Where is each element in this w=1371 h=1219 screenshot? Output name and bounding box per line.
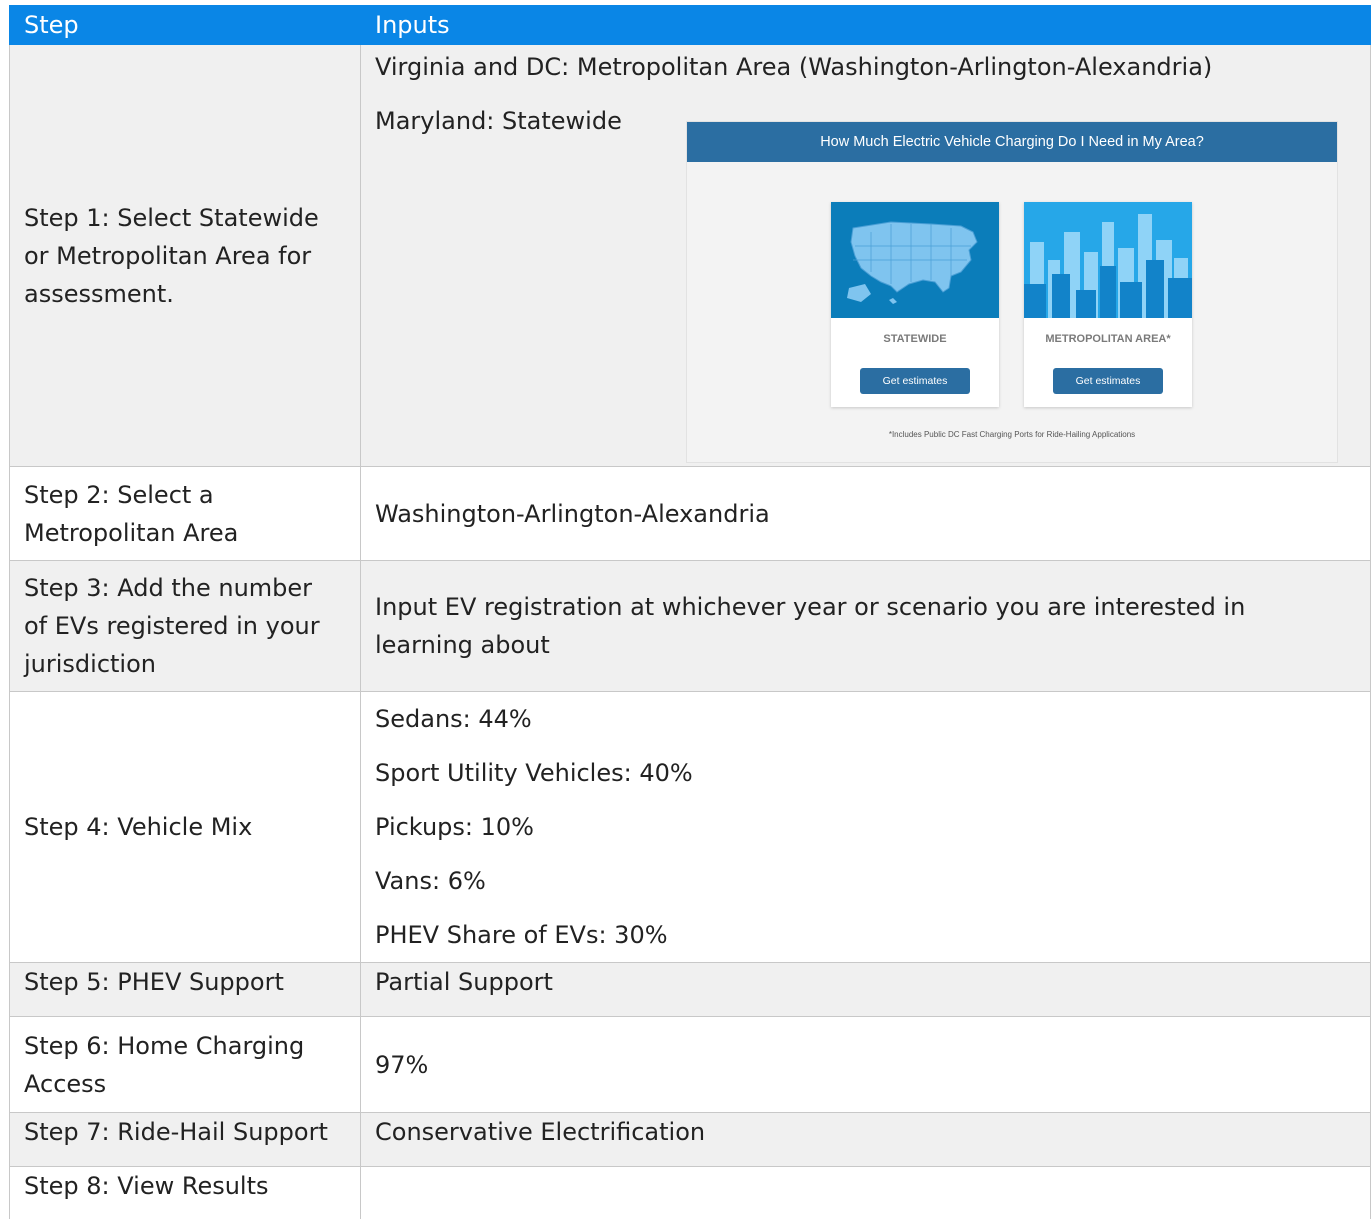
statewide-card[interactable]: STATEWIDE Get estimates: [831, 202, 999, 407]
step-cell: Step 3: Add the number of EVs registered…: [10, 561, 361, 692]
header-inputs: Inputs: [361, 6, 1371, 45]
step-text: Step 1: Select Statewide: [24, 199, 346, 237]
statewide-get-estimates-button[interactable]: Get estimates: [860, 368, 970, 394]
table-row: Step 3: Add the number of EVs registered…: [10, 561, 1371, 692]
header-step: Step: [10, 6, 361, 45]
inputs-cell: Washington-Arlington-Alexandria: [361, 467, 1371, 561]
step-text: Step 3: Add the number: [24, 569, 346, 607]
step-text: of EVs registered in your: [24, 607, 346, 645]
table-row: Step 5: PHEV Support Partial Support: [10, 963, 1371, 1017]
table-row: Step 4: Vehicle Mix Sedans: 44% Sport Ut…: [10, 692, 1371, 963]
inputs-cell: Partial Support: [361, 963, 1371, 1017]
table-row: Step 2: Select a Metropolitan Area Washi…: [10, 467, 1371, 561]
step-text: Step 6: Home Charging: [24, 1027, 346, 1065]
metro-get-estimates-button[interactable]: Get estimates: [1053, 368, 1163, 394]
table-header-row: Step Inputs: [10, 6, 1371, 45]
city-skyline-icon: [1024, 202, 1192, 318]
step-cell: Step 4: Vehicle Mix: [10, 692, 361, 963]
inputs-cell: Virginia and DC: Metropolitan Area (Wash…: [361, 45, 1371, 467]
step-text: jurisdiction: [24, 645, 346, 683]
metro-card[interactable]: METROPOLITAN AREA* Get estimates: [1024, 202, 1192, 407]
step-cell: Step 7: Ride-Hail Support: [10, 1113, 361, 1167]
input-text: PHEV Share of EVs: 30%: [375, 908, 1356, 962]
steps-table: Step Inputs Step 1: Select Statewide or …: [9, 5, 1371, 1219]
input-text: Virginia and DC: Metropolitan Area (Wash…: [375, 48, 1356, 86]
step-text: Metropolitan Area: [24, 514, 346, 552]
step-cell: Step 6: Home Charging Access: [10, 1017, 361, 1113]
step-cell: Step 2: Select a Metropolitan Area: [10, 467, 361, 561]
embedded-screenshot: How Much Electric Vehicle Charging Do I …: [686, 121, 1338, 463]
inputs-cell: Input EV registration at whichever year …: [361, 561, 1371, 692]
embedded-banner: How Much Electric Vehicle Charging Do I …: [687, 122, 1337, 162]
step-text: Step 2: Select a: [24, 476, 346, 514]
input-text: learning about: [375, 626, 1356, 664]
table-row: Step 8: View Results: [10, 1167, 1371, 1219]
inputs-cell: [361, 1167, 1371, 1219]
inputs-cell: Sedans: 44% Sport Utility Vehicles: 40% …: [361, 692, 1371, 963]
step-text: or Metropolitan Area for: [24, 237, 346, 275]
metro-label: METROPOLITAN AREA*: [1024, 332, 1192, 346]
statewide-label: STATEWIDE: [831, 332, 999, 346]
input-text: Vans: 6%: [375, 854, 1356, 908]
embedded-footnote: *Includes Public DC Fast Charging Ports …: [687, 416, 1337, 454]
inputs-cell: 97%: [361, 1017, 1371, 1113]
input-text: Input EV registration at whichever year …: [375, 588, 1356, 626]
input-text: Sedans: 44%: [375, 692, 1356, 746]
step-cell: Step 1: Select Statewide or Metropolitan…: [10, 45, 361, 467]
step-cell: Step 5: PHEV Support: [10, 963, 361, 1017]
input-text: Pickups: 10%: [375, 800, 1356, 854]
step-text: assessment.: [24, 275, 346, 313]
us-map-icon: [831, 202, 999, 318]
input-text: Sport Utility Vehicles: 40%: [375, 746, 1356, 800]
step-cell: Step 8: View Results: [10, 1167, 361, 1219]
table-row: Step 6: Home Charging Access 97%: [10, 1017, 1371, 1113]
inputs-cell: Conservative Electrification: [361, 1113, 1371, 1167]
table-row: Step 7: Ride-Hail Support Conservative E…: [10, 1113, 1371, 1167]
step-text: Access: [24, 1065, 346, 1103]
table-row: Step 1: Select Statewide or Metropolitan…: [10, 45, 1371, 467]
